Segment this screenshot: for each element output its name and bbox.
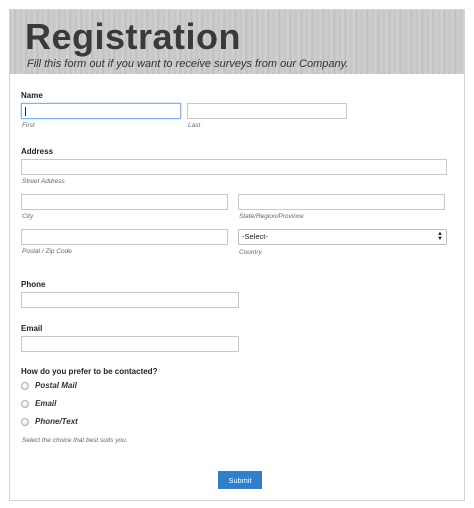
last-name-sublabel: Last (188, 122, 201, 129)
email-input[interactable] (21, 336, 239, 352)
street-address-input[interactable] (21, 159, 447, 175)
zip-sublabel: Postal / Zip Code (22, 248, 72, 255)
street-address-sublabel: Street Address (22, 178, 65, 185)
city-sublabel: City (22, 213, 34, 220)
country-select[interactable]: -Select- ▲ ▼ (238, 229, 447, 245)
first-name-sublabel: First (22, 122, 35, 129)
form-header: Registration Fill this form out if you w… (10, 10, 464, 74)
radio-label: Email (35, 399, 57, 408)
name-label: Name (21, 91, 43, 100)
radio-button[interactable] (21, 418, 29, 426)
page-subtitle: Fill this form out if you want to receiv… (27, 58, 349, 70)
address-label: Address (21, 147, 54, 156)
select-arrows-icon: ▲ ▼ (437, 231, 443, 242)
zip-input[interactable] (21, 229, 228, 245)
radio-label: Phone/Text (35, 417, 78, 426)
country-select-value: -Select- (242, 232, 268, 241)
state-input[interactable] (238, 194, 445, 210)
state-sublabel: State/Region/Province (239, 213, 304, 220)
contact-hint: Select the choice that best suits you. (22, 437, 128, 444)
registration-form: Registration Fill this form out if you w… (9, 9, 465, 501)
email-label: Email (21, 324, 43, 333)
submit-button[interactable]: Submit (218, 471, 262, 489)
page-title: Registration (25, 16, 242, 57)
radio-button[interactable] (21, 400, 29, 408)
phone-input[interactable] (21, 292, 239, 308)
first-name-input[interactable] (21, 103, 181, 119)
contact-question: How do you prefer to be contacted? (21, 367, 158, 376)
phone-label: Phone (21, 280, 46, 289)
radio-button[interactable] (21, 382, 29, 390)
country-sublabel: Country (239, 249, 262, 256)
city-input[interactable] (21, 194, 228, 210)
text-caret (25, 107, 26, 116)
last-name-input[interactable] (187, 103, 347, 119)
radio-label: Postal Mail (35, 381, 77, 390)
